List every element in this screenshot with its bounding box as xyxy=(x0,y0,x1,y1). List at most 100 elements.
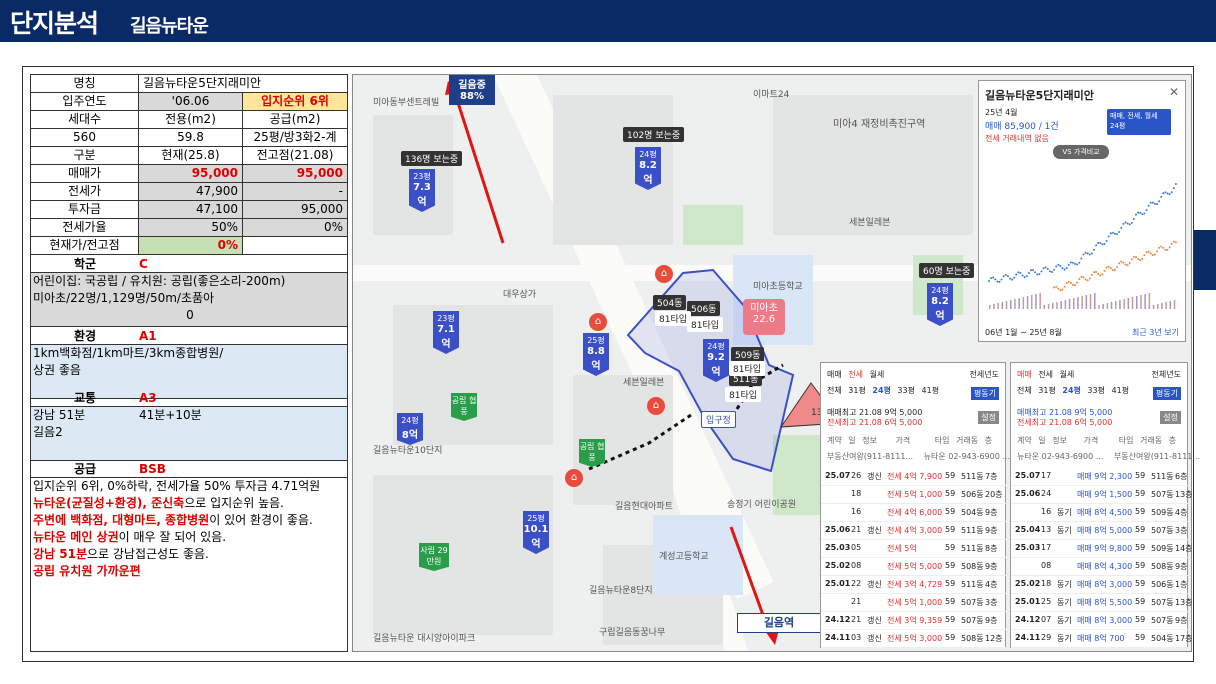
shop-icon-2[interactable]: ⌂ xyxy=(589,313,607,331)
station-callout-bottom[interactable]: 길음역 xyxy=(737,613,821,633)
jeonse-point xyxy=(1053,286,1056,289)
tab-jeonse-right[interactable]: 전세 xyxy=(1038,370,1053,379)
subtab-31-left[interactable]: 31평 xyxy=(848,386,866,395)
transport-time: 41분+10분 xyxy=(139,408,202,422)
tab-jeonse-left[interactable]: 전세 xyxy=(848,370,863,379)
entrance-label[interactable]: 입구정 xyxy=(701,411,736,428)
label-seven2: 세븐일레븐 xyxy=(623,378,665,388)
price-pin-1[interactable]: 23평 7.3억 xyxy=(409,169,435,212)
kindergarten-pin-1[interactable]: 공립 협풍 xyxy=(451,393,477,421)
shop-icon-4[interactable]: ⌂ xyxy=(565,469,583,487)
jeonse-trade-row[interactable]: 21 전세 5억 1,000 59 507동 3층 xyxy=(821,593,1007,612)
sale-trade-row[interactable]: 16 동기 매매 8억 4,500 59 509동 4층 xyxy=(1011,503,1189,522)
sale-trade-row[interactable]: 25.04 13 동기 매매 8억 5,000 59 507동 3층 xyxy=(1011,521,1189,540)
sale-trade-row[interactable]: 25.01 25 동기 매매 8억 5,500 59 507동 13층 xyxy=(1011,593,1193,612)
price-pin-7[interactable]: 24평 8억 xyxy=(397,413,423,445)
shop-icon-3[interactable]: ⌂ xyxy=(647,397,665,415)
tab-monthly-left[interactable]: 월세 xyxy=(870,370,885,379)
building-504[interactable]: 504동 xyxy=(653,295,687,310)
jeonse-trade-cell: 갱신 xyxy=(867,634,882,643)
kindergarten-pin-3[interactable]: 사립 29만원 xyxy=(419,543,449,571)
jeonse-label: 전세가 xyxy=(31,183,139,200)
year-select-right[interactable]: 전체년도 xyxy=(1152,369,1181,380)
sale-trade-row[interactable]: 25.06 24 매매 9억 1,500 59 507동 13층 xyxy=(1011,485,1193,504)
station-callout-top[interactable]: 길음중 88% xyxy=(449,75,495,105)
chart-filter[interactable]: 매매, 전세, 월세 24평 xyxy=(1107,109,1171,135)
jeonse-point xyxy=(1137,258,1140,261)
sale-point xyxy=(1126,222,1129,225)
jeonse-point xyxy=(1120,260,1123,263)
subtab-all-left[interactable]: 전체 xyxy=(827,386,842,395)
tab-sale-left[interactable]: 매매 xyxy=(827,370,842,379)
subtab-33-right[interactable]: 33평 xyxy=(1087,386,1105,395)
tab-sale-right[interactable]: 매매 xyxy=(1017,370,1032,379)
pin-4-size: 25평 xyxy=(587,336,605,345)
subtab-31-right[interactable]: 31평 xyxy=(1038,386,1056,395)
sale-trade-row[interactable]: 24.12 07 동기 매매 8억 3,000 59 507동 9층 xyxy=(1011,611,1189,630)
shop-icon-1[interactable]: ⌂ xyxy=(655,265,673,283)
recent-3y-button[interactable]: 최근 3년 보기 xyxy=(1132,327,1179,338)
jeonse-trade-row[interactable]: 25.01 22 갱신 전세 3억 4,729 59 511동 4층 xyxy=(821,575,1007,594)
label-centreville: 미아동부센트레빌 xyxy=(373,98,440,108)
price-pin-8[interactable]: 25평 10.1억 xyxy=(523,511,549,554)
sale-trade-cell: 509동 xyxy=(1151,508,1174,517)
sale-trade-row[interactable]: 25.03 17 매매 9억 9,800 59 509동 14층 xyxy=(1011,539,1193,558)
pyeong-button-right[interactable]: 평동기 xyxy=(1152,387,1181,400)
agent-left-2[interactable]: 뉴타운 02-943-6900 ... xyxy=(924,452,1010,461)
agent-left-1[interactable]: 부동산여왕(911-8111... xyxy=(827,452,913,461)
agent-right-2[interactable]: 부동산여왕(911-8111... xyxy=(1114,452,1200,461)
jeonse-trade-row[interactable]: 24.12 21 갱신 전세 3억 9,359 59 507동 9층 xyxy=(821,611,1007,630)
subtab-24-right[interactable]: 24평 xyxy=(1062,386,1081,395)
subtab-24-left[interactable]: 24평 xyxy=(872,386,891,395)
price-pin-6[interactable]: 24평 8.2억 xyxy=(927,283,953,326)
volume-bar xyxy=(1152,305,1155,309)
tab-monthly-right[interactable]: 월세 xyxy=(1060,370,1075,379)
sale-trade-row[interactable]: 25.02 18 동기 매매 8억 3,000 59 506동 1층 xyxy=(1011,575,1189,594)
close-icon[interactable]: ✕ xyxy=(1169,85,1179,99)
price-pin-2[interactable]: 24평 8.2억 xyxy=(635,147,661,190)
sale-trade-row[interactable]: 25.07 17 매매 9억 2,300 59 511동 6층 xyxy=(1011,467,1189,486)
jeonse-trade-row[interactable]: 25.03 05 전세 5억 59 511동 8층 xyxy=(821,539,1007,558)
year-select-left[interactable]: 전세년도 xyxy=(970,369,999,380)
jeonse-trade-row[interactable]: 25.07 26 갱신 전세 4억 7,900 59 511동 7층 xyxy=(821,467,1007,486)
jeonse-trade-row[interactable]: 18 전세 5억 1,000 59 506동 20층 xyxy=(821,485,1007,504)
subtab-41-left[interactable]: 41평 xyxy=(922,386,940,395)
price-pin-5[interactable]: 24평 9.2억 xyxy=(703,339,729,382)
sale-trade-cell: 25.03 xyxy=(1015,543,1041,552)
building-506[interactable]: 506동 xyxy=(687,301,721,316)
setting-button-right[interactable]: 설정 xyxy=(1160,411,1181,424)
table-header-right: 계약 일 정보 가격 타입 거래동 층 xyxy=(1017,435,1185,446)
sale-trade-row[interactable]: 08 매매 8억 4,300 59 508동 9층 xyxy=(1011,557,1189,576)
jeonse-point xyxy=(1170,242,1173,245)
jeonse-trade-row[interactable]: 16 전세 4억 6,000 59 504동 9층 xyxy=(821,503,1007,522)
pyeong-button-left[interactable]: 평동기 xyxy=(970,387,999,400)
sale-point xyxy=(1151,201,1154,204)
subtab-33-left[interactable]: 33평 xyxy=(897,386,915,395)
jeonse-trade-row[interactable]: 24.11 03 갱신 전세 5억 3,000 59 508동 12층 xyxy=(821,629,1007,648)
building-509[interactable]: 509동 xyxy=(731,347,765,362)
jeonse-point xyxy=(1061,288,1064,291)
viewers-tag-1: 136명 보는중 xyxy=(401,151,463,166)
chart-bg xyxy=(985,161,1181,311)
setting-button-left[interactable]: 설정 xyxy=(978,411,999,424)
school-badge[interactable]: 미아초 22.6 xyxy=(743,299,785,335)
jeonse-point xyxy=(1101,273,1104,276)
jeonse-trade-cell: 9층 xyxy=(985,526,998,535)
compare-button[interactable]: VS 가격비교 xyxy=(1053,145,1109,159)
subtab-41-right[interactable]: 41평 xyxy=(1112,386,1130,395)
jeonse-point xyxy=(1168,246,1171,249)
price-pin-4[interactable]: 25평 8.8억 xyxy=(583,333,609,376)
price-pin-3[interactable]: 23평 7.1억 xyxy=(433,311,459,354)
jeonse-trade-row[interactable]: 25.02 08 전세 5억 5,000 59 508동 9층 xyxy=(821,557,1007,576)
volume-bar xyxy=(1157,304,1159,309)
supply-value: 25평/방3화2-계 xyxy=(253,130,337,144)
sale-point xyxy=(1038,273,1041,276)
jeonse-trade-cell: 59 xyxy=(945,489,956,498)
sale-point xyxy=(1000,278,1003,281)
sale-point xyxy=(1149,201,1152,204)
sale-trade-row[interactable]: 24.11 29 동기 매매 8억 700 59 504동 17층 xyxy=(1011,629,1193,648)
jeonse-trade-row[interactable]: 25.06 21 갱신 전세 4억 3,000 59 511동 9층 xyxy=(821,521,1007,540)
agent-right-1[interactable]: 뉴타운 02-943-6900 ... xyxy=(1017,452,1103,461)
subtab-all-right[interactable]: 전체 xyxy=(1017,386,1032,395)
kindergarten-pin-2[interactable]: 공립 협풍 xyxy=(579,439,605,467)
